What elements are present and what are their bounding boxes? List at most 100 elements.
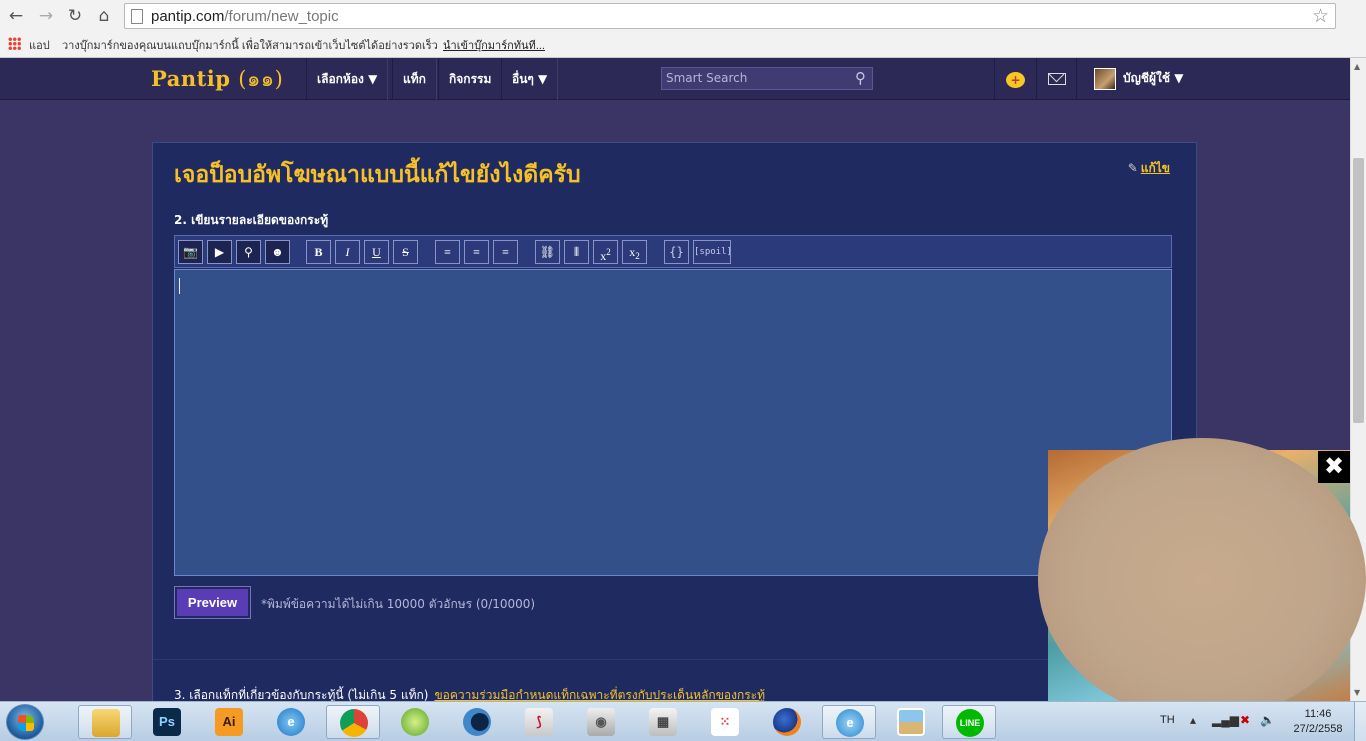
insert-divider-icon[interactable]: ⦀ <box>564 240 589 264</box>
italic-button[interactable]: I <box>335 240 360 264</box>
tag-guideline-link[interactable]: ขอความร่วมมือกำหนดแท็กเฉพาะที่ตรงกับประเ… <box>434 688 765 702</box>
code-button[interactable]: {} <box>664 240 689 264</box>
nav-activities[interactable]: กิจกรรม <box>438 58 503 100</box>
url-text: pantip.com/forum/new_topic <box>151 8 339 25</box>
smart-search-input[interactable]: Smart Search ⚲ <box>661 67 873 90</box>
editor-toolbar: 📷 ▶ ⚲ ☻ B I U S ≡ ≡ ≡ ⛓ ⦀ x2 x2 {} [spoi… <box>174 235 1172 268</box>
align-right-icon[interactable]: ≡ <box>493 240 518 264</box>
windows-taskbar: Ps Ai e ⟆ ◉ ▦ ⁙ e LINE TH ▴ ▂▄▆ ✖ 🔈 11:4… <box>0 701 1366 741</box>
camera-icon: ◉ <box>587 708 615 736</box>
signal-icon[interactable]: ▂▄▆ <box>1212 713 1239 727</box>
messages-button[interactable] <box>1036 58 1076 100</box>
underline-button[interactable]: U <box>364 240 389 264</box>
acrobat-icon: ⟆ <box>525 708 553 736</box>
chrome-icon <box>340 709 368 737</box>
insert-map-icon[interactable]: ⚲ <box>236 240 261 264</box>
forward-icon[interactable]: → <box>34 5 58 27</box>
line-icon: LINE <box>956 709 984 737</box>
nav-select-room[interactable]: เลือกห้อง ▼ <box>306 58 389 100</box>
account-area <box>1076 58 1350 100</box>
subscript-button[interactable]: x2 <box>622 240 647 264</box>
insert-link-icon[interactable]: ⛓ <box>535 240 560 264</box>
scroll-thumb[interactable] <box>1353 158 1364 423</box>
topic-body-editor[interactable] <box>174 269 1172 576</box>
close-ad-button[interactable]: ✖ <box>1318 451 1350 483</box>
apps-icon[interactable] <box>8 37 21 50</box>
superscript-button[interactable]: x2 <box>593 240 618 264</box>
account-menu[interactable]: บัญชีผู้ใช้ ▼ <box>1123 58 1183 100</box>
insert-emoticon-icon[interactable]: ☻ <box>265 240 290 264</box>
taskbar-firefox[interactable] <box>760 705 814 739</box>
volume-icon[interactable]: 🔈 <box>1260 713 1275 727</box>
align-center-icon[interactable]: ≡ <box>464 240 489 264</box>
insert-image-icon[interactable]: 📷 <box>178 240 203 264</box>
nav-more[interactable]: อื่นๆ ▼ <box>501 58 559 100</box>
ie-icon: e <box>277 708 305 736</box>
taskbar-illustrator[interactable]: Ai <box>202 705 256 739</box>
pantip-logo[interactable]: Pantip (๑๑) <box>151 63 283 96</box>
char-limit-hint: *พิมพ์ข้อความได้ไม่เกิน 10000 ตัวอักษร (… <box>261 597 536 611</box>
taskbar-ie-window[interactable]: e <box>822 705 876 739</box>
new-topic-button[interactable]: + <box>994 58 1036 100</box>
edit-title-link[interactable]: ✎ แก้ไข <box>1128 159 1170 178</box>
page-icon <box>131 9 143 24</box>
network-error-icon[interactable]: ✖ <box>1240 713 1250 727</box>
firefox-icon <box>773 708 801 736</box>
home-icon[interactable]: ⌂ <box>92 5 116 27</box>
taskbar-camera[interactable]: ◉ <box>574 705 628 739</box>
section-divider <box>153 659 1196 660</box>
bold-button[interactable]: B <box>306 240 331 264</box>
taskbar-blue-app[interactable] <box>450 705 504 739</box>
taskbar-photo-viewer[interactable] <box>884 705 938 739</box>
clock-time: 11:46 <box>1304 708 1332 720</box>
strikethrough-button[interactable]: S <box>393 240 418 264</box>
preview-button[interactable]: Preview <box>177 589 248 616</box>
address-bar[interactable]: pantip.com/forum/new_topic ☆ <box>124 3 1336 29</box>
tray-expand-icon[interactable]: ▴ <box>1190 713 1196 727</box>
taskbar-ie[interactable]: e <box>264 705 318 739</box>
bookmarks-hint: วางบุ๊กมาร์กของคุณบนแถบบุ๊กมาร์กนี้ เพื่… <box>62 40 438 52</box>
pencil-icon: ✎ <box>1127 161 1138 175</box>
text-caret <box>179 278 180 294</box>
taskbar-explorer[interactable] <box>78 705 132 739</box>
taskbar-apps-grid[interactable]: ⁙ <box>698 705 752 739</box>
app-blue-icon <box>463 708 491 736</box>
apps-label[interactable]: แอป <box>29 36 50 54</box>
insert-video-icon[interactable]: ▶ <box>207 240 232 264</box>
preview-button-frame: Preview <box>174 586 251 619</box>
photoshop-icon: Ps <box>153 708 181 736</box>
scroll-up-icon[interactable]: ▲ <box>1354 62 1360 71</box>
spoil-button[interactable]: [spoil] <box>693 240 732 264</box>
taskbar-calculator[interactable]: ▦ <box>636 705 690 739</box>
apps-grid-icon: ⁙ <box>711 708 739 736</box>
ie-window-icon: e <box>836 709 864 737</box>
scroll-down-icon[interactable]: ▼ <box>1354 688 1360 697</box>
explorer-icon <box>92 709 120 737</box>
nav-tags[interactable]: แท็ก <box>392 58 437 100</box>
show-desktop-button[interactable] <box>1354 702 1366 741</box>
back-icon[interactable]: ← <box>4 5 28 27</box>
system-clock[interactable]: 11:46 27/2/2558 <box>1288 707 1348 737</box>
search-placeholder: Smart Search <box>666 71 748 85</box>
start-button[interactable] <box>6 704 44 740</box>
avatar[interactable] <box>1094 68 1116 90</box>
topic-title: เจอป็อบอัพโฆษณาแบบนี้แก้ไขยังไงดีครับ <box>174 161 581 188</box>
blurred-ad-region <box>1038 438 1366 720</box>
photo-viewer-icon <box>897 708 925 736</box>
taskbar-camtasia[interactable] <box>388 705 442 739</box>
taskbar-acrobat[interactable]: ⟆ <box>512 705 566 739</box>
clock-date: 27/2/2558 <box>1293 723 1343 735</box>
site-header: Pantip (๑๑) เลือกห้อง ▼ แท็ก กิจกรรม อื่… <box>0 58 1350 100</box>
align-left-icon[interactable]: ≡ <box>435 240 460 264</box>
taskbar-line[interactable]: LINE <box>942 705 996 739</box>
language-indicator[interactable]: TH <box>1160 714 1175 726</box>
bookmark-star-icon[interactable]: ☆ <box>1312 5 1329 27</box>
calculator-icon: ▦ <box>649 708 677 736</box>
search-icon[interactable]: ⚲ <box>855 69 866 87</box>
mail-icon <box>1047 73 1066 85</box>
reload-icon[interactable]: ↻ <box>63 5 87 27</box>
new-topic-panel: เจอป็อบอัพโฆษณาแบบนี้แก้ไขยังไงดีครับ ✎ แ… <box>152 142 1197 702</box>
import-bookmarks-link[interactable]: นำเข้าบุ๊กมาร์กทันที... <box>443 36 545 54</box>
taskbar-chrome[interactable] <box>326 705 380 739</box>
taskbar-photoshop[interactable]: Ps <box>140 705 194 739</box>
